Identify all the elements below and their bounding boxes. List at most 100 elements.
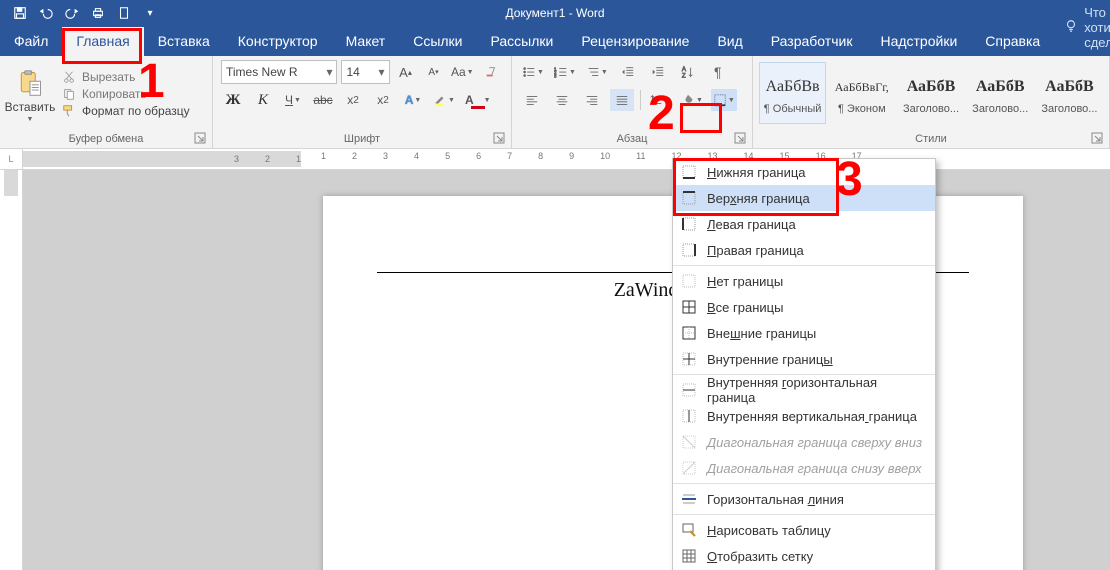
svg-text:3: 3 bbox=[554, 73, 557, 78]
menu-all-borders[interactable]: Все границы bbox=[673, 294, 935, 320]
quick-print-icon[interactable] bbox=[90, 5, 106, 21]
tell-me-search[interactable]: Что вы хотите сделать? bbox=[1054, 0, 1110, 56]
ribbon-tabs: Файл Главная Вставка Конструктор Макет С… bbox=[0, 26, 1110, 56]
style-item[interactable]: АаБбВЗаголово... bbox=[1036, 62, 1103, 124]
menu-outside-borders[interactable]: Внешние границы bbox=[673, 320, 935, 346]
format-painter-button[interactable]: Формат по образцу bbox=[62, 104, 190, 118]
font-size-combo[interactable]: 14▾ bbox=[341, 60, 389, 84]
svg-text:Z: Z bbox=[682, 72, 686, 79]
sort-button[interactable]: AZ bbox=[676, 61, 700, 83]
menu-view-gridlines[interactable]: Отобразить сетку bbox=[673, 543, 935, 569]
dialog-launcher-icon[interactable] bbox=[1091, 132, 1103, 144]
redo-icon[interactable] bbox=[64, 5, 80, 21]
menu-horizontal-line[interactable]: Горизонтальная линия bbox=[673, 486, 935, 512]
save-icon[interactable] bbox=[12, 5, 28, 21]
tab-review[interactable]: Рецензирование bbox=[567, 27, 703, 56]
tab-mailings[interactable]: Рассылки bbox=[477, 27, 568, 56]
document-area: ZaWindows.ru bbox=[0, 170, 1110, 570]
align-left-button[interactable] bbox=[520, 89, 544, 111]
copy-button[interactable]: Копировать bbox=[62, 87, 190, 101]
menu-inside-borders[interactable]: Внутренние границы bbox=[673, 346, 935, 372]
font-color-button[interactable]: A▼ bbox=[463, 89, 493, 111]
borders-dropdown-menu: Нижняя граница Верхняя граница Левая гра… bbox=[672, 158, 936, 570]
dialog-launcher-icon[interactable] bbox=[734, 132, 746, 144]
bold-button[interactable]: Ж bbox=[221, 89, 245, 111]
ruler-tick: 6 bbox=[476, 151, 481, 161]
menu-no-border[interactable]: Нет границы bbox=[673, 268, 935, 294]
ruler-tick: 4 bbox=[414, 151, 419, 161]
tab-home[interactable]: Главная bbox=[62, 27, 143, 56]
group-paragraph: ▼ 123▼ ▼ AZ ¶ ▼ ▼ ▼ Абзац bbox=[512, 56, 753, 148]
tab-addins[interactable]: Надстройки bbox=[866, 27, 971, 56]
font-name-combo[interactable]: Times New R▾ bbox=[221, 60, 337, 84]
new-doc-icon[interactable] bbox=[116, 5, 132, 21]
ruler-tick: 10 bbox=[600, 151, 610, 161]
tab-file[interactable]: Файл bbox=[0, 27, 62, 56]
tab-references[interactable]: Ссылки bbox=[399, 27, 476, 56]
tab-insert[interactable]: Вставка bbox=[144, 27, 224, 56]
justify-button[interactable] bbox=[610, 89, 634, 111]
grow-font-button[interactable]: A▴ bbox=[394, 61, 418, 83]
page-canvas[interactable]: ZaWindows.ru bbox=[23, 170, 1110, 570]
underline-button[interactable]: Ч▼ bbox=[281, 89, 305, 111]
increase-indent-button[interactable] bbox=[646, 61, 670, 83]
undo-icon[interactable] bbox=[38, 5, 54, 21]
bullets-button[interactable]: ▼ bbox=[520, 61, 546, 83]
italic-button[interactable]: К bbox=[251, 89, 275, 111]
borders-button[interactable]: ▼ bbox=[711, 89, 737, 111]
style-item[interactable]: АаБбВвГг,¶ Эконом bbox=[828, 62, 895, 124]
menu-inside-v-border[interactable]: Внутренняя вертикальная граница bbox=[673, 403, 935, 429]
vertical-ruler[interactable] bbox=[0, 170, 23, 570]
decrease-indent-button[interactable] bbox=[616, 61, 640, 83]
ruler-tick: 11 bbox=[636, 151, 645, 161]
styles-gallery[interactable]: АаБбВв¶ Обычный АаБбВвГг,¶ Эконом АаБбВЗ… bbox=[759, 60, 1105, 126]
tab-layout[interactable]: Макет bbox=[332, 27, 400, 56]
change-case-button[interactable]: Aa▼ bbox=[450, 61, 476, 83]
style-item[interactable]: АаБбВЗаголово... bbox=[967, 62, 1034, 124]
tab-design[interactable]: Конструктор bbox=[224, 27, 332, 56]
menu-draw-table[interactable]: Нарисовать таблицу bbox=[673, 517, 935, 543]
align-right-button[interactable] bbox=[580, 89, 604, 111]
ruler-tick: 2 bbox=[352, 151, 357, 161]
tab-selector[interactable]: L bbox=[0, 149, 23, 169]
numbering-button[interactable]: 123▼ bbox=[552, 61, 578, 83]
title-bar: ▾ Документ1 - Word bbox=[0, 0, 1110, 26]
dialog-launcher-icon[interactable] bbox=[194, 132, 206, 144]
line-spacing-button[interactable]: ▼ bbox=[647, 89, 673, 111]
menu-bottom-border[interactable]: Нижняя граница bbox=[673, 159, 935, 185]
menu-top-border[interactable]: Верхняя граница bbox=[673, 185, 935, 211]
highlight-button[interactable]: ▼ bbox=[431, 89, 457, 111]
menu-right-border[interactable]: Правая граница bbox=[673, 237, 935, 263]
group-paragraph-label: Абзац bbox=[516, 130, 748, 148]
subscript-button[interactable]: x2 bbox=[341, 89, 365, 111]
tab-developer[interactable]: Разработчик bbox=[757, 27, 867, 56]
superscript-button[interactable]: x2 bbox=[371, 89, 395, 111]
ruler-tick: 3 bbox=[234, 154, 239, 164]
text-effects-button[interactable]: A▼ bbox=[401, 89, 425, 111]
qat-customize-icon[interactable]: ▾ bbox=[142, 5, 158, 21]
tab-help[interactable]: Справка bbox=[971, 27, 1054, 56]
multilevel-list-button[interactable]: ▼ bbox=[584, 61, 610, 83]
group-styles-label: Стили bbox=[757, 130, 1105, 148]
paste-button[interactable]: Вставить ▼ bbox=[4, 60, 56, 130]
menu-inside-h-border[interactable]: Внутренняя горизонтальная граница bbox=[673, 377, 935, 403]
clear-formatting-button[interactable] bbox=[479, 61, 503, 83]
dialog-launcher-icon[interactable] bbox=[493, 132, 505, 144]
ruler-tick: 2 bbox=[265, 154, 270, 164]
tab-view[interactable]: Вид bbox=[703, 27, 756, 56]
show-marks-button[interactable]: ¶ bbox=[706, 61, 730, 83]
horizontal-ruler[interactable]: L 3 2 1 1 2 3 4 5 6 7 8 9 10 11 12 13 14 bbox=[0, 149, 1110, 170]
shrink-font-button[interactable]: A▾ bbox=[422, 61, 446, 83]
shading-button[interactable]: ▼ bbox=[679, 89, 705, 111]
group-font-label: Шрифт bbox=[217, 130, 507, 148]
style-item[interactable]: АаБбВв¶ Обычный bbox=[759, 62, 826, 124]
menu-left-border[interactable]: Левая граница bbox=[673, 211, 935, 237]
cut-button[interactable]: Вырезать bbox=[62, 70, 190, 84]
align-center-button[interactable] bbox=[550, 89, 574, 111]
strikethrough-button[interactable]: abc bbox=[311, 89, 335, 111]
style-item[interactable]: АаБбВЗаголово... bbox=[897, 62, 964, 124]
ruler-tick: 9 bbox=[569, 151, 574, 161]
ribbon: Вставить ▼ Вырезать Копировать Формат по… bbox=[0, 56, 1110, 149]
ruler-tick: 5 bbox=[445, 151, 450, 161]
window-title: Документ1 - Word bbox=[505, 6, 604, 20]
